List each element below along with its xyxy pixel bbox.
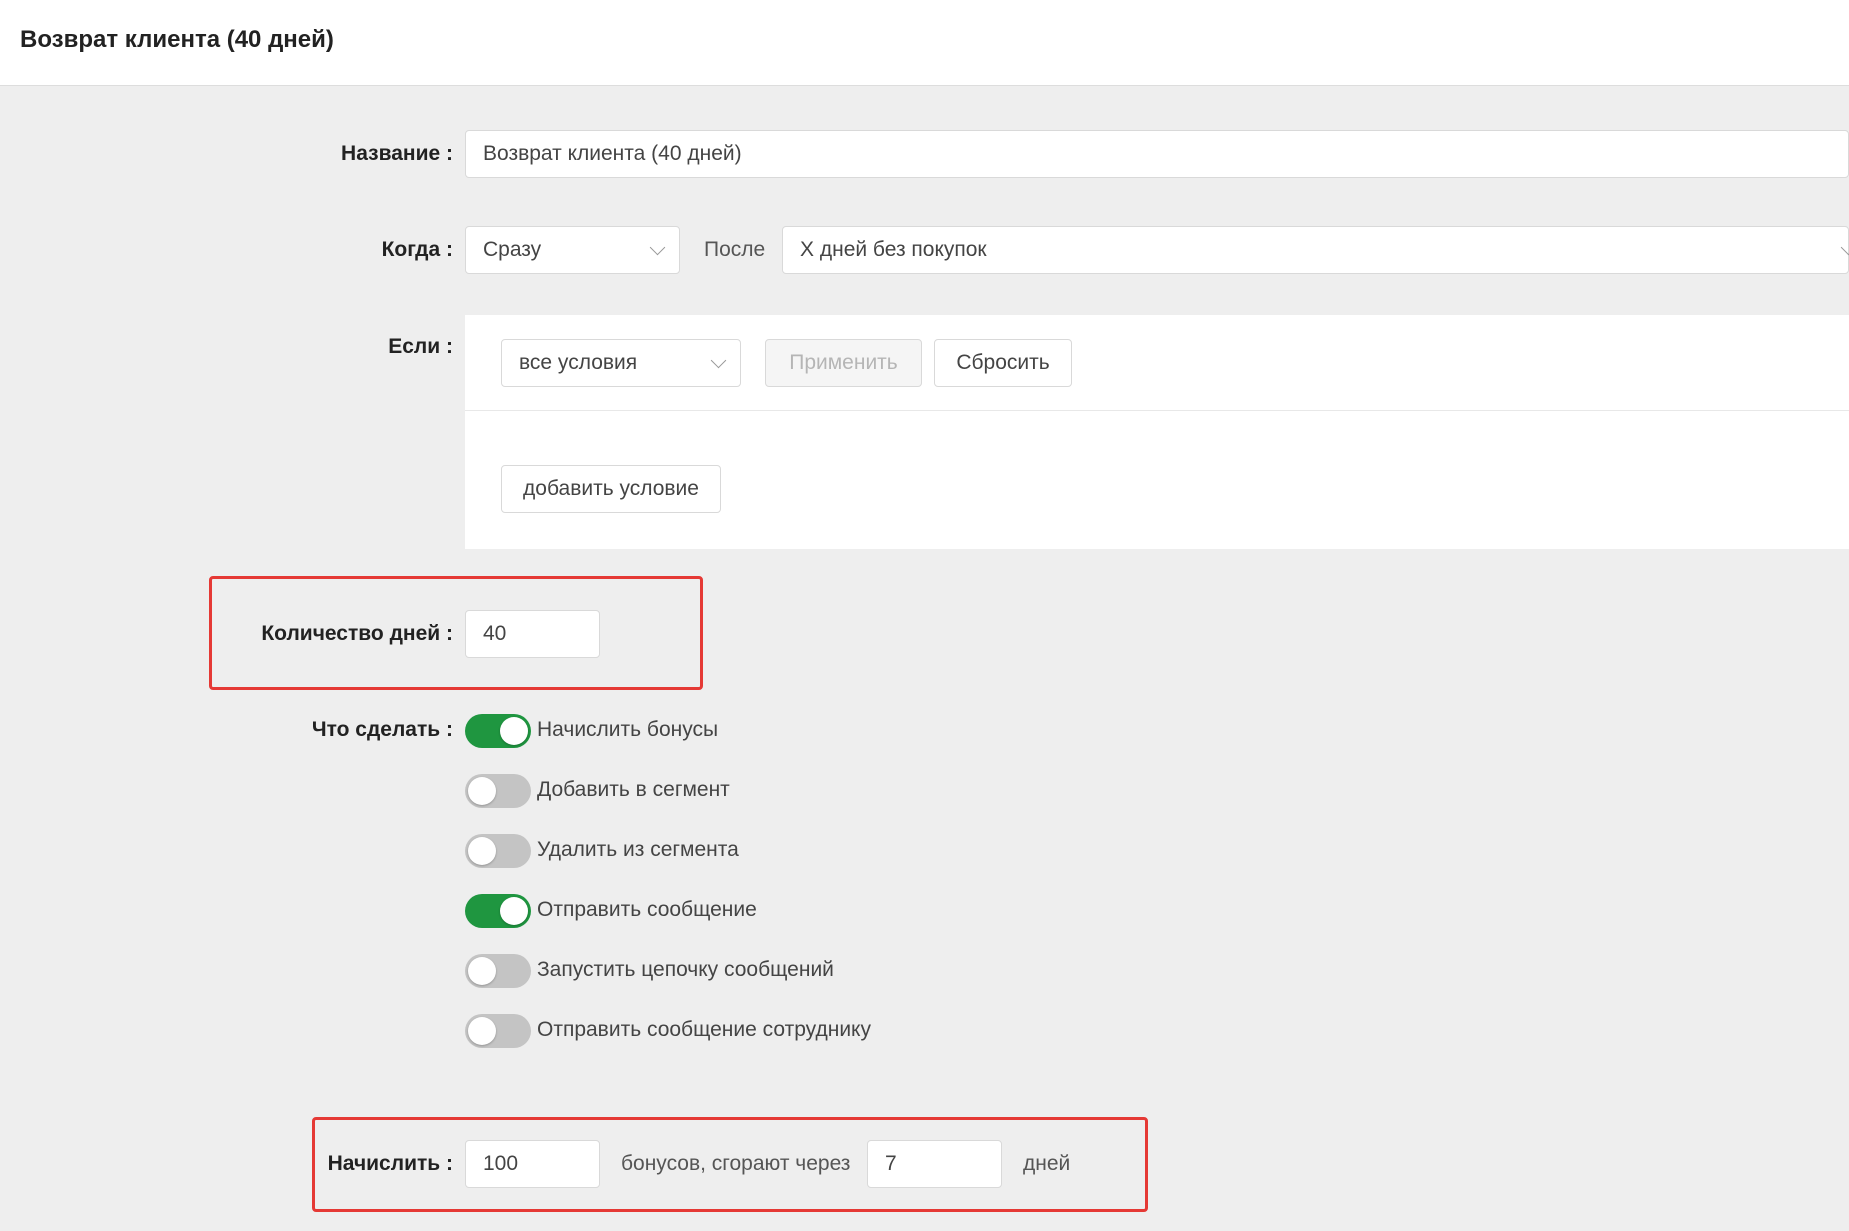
days-input-value: 40 bbox=[483, 622, 507, 645]
toggle-knob bbox=[500, 717, 528, 745]
actions-label: Что сделать : bbox=[311, 718, 453, 741]
add-condition-button[interactable]: добавить условие bbox=[501, 465, 721, 513]
name-input-value: Возврат клиента (40 дней) bbox=[483, 142, 742, 165]
toggle-label: Отправить сообщение bbox=[537, 898, 757, 921]
toggle-accrue-bonuses[interactable] bbox=[465, 714, 531, 748]
when-timing-value: Сразу bbox=[483, 238, 542, 261]
toggle-label: Запустить цепочку сообщений bbox=[537, 958, 834, 981]
name-input[interactable]: Возврат клиента (40 дней) bbox=[465, 130, 1849, 178]
panel-divider bbox=[465, 410, 1849, 411]
toggle-remove-from-segment[interactable] bbox=[465, 834, 531, 868]
toggle-add-to-segment[interactable] bbox=[465, 774, 531, 808]
when-event-select[interactable]: X дней без покупок bbox=[782, 226, 1849, 274]
days-label: Количество дней : bbox=[261, 622, 453, 645]
bonus-amount-value: 100 bbox=[483, 1152, 519, 1175]
expire-days-value: 7 bbox=[885, 1152, 897, 1175]
name-label: Название : bbox=[341, 142, 453, 165]
toggle-label: Начислить бонусы bbox=[537, 718, 719, 741]
page-header: Возврат клиента (40 дней) bbox=[0, 0, 1849, 86]
days-input[interactable]: 40 bbox=[465, 610, 600, 658]
conditions-mode-select[interactable]: все условия bbox=[501, 339, 741, 387]
toggle-start-message-chain[interactable] bbox=[465, 954, 531, 988]
toggle-knob bbox=[500, 897, 528, 925]
bonus-amount-input[interactable]: 100 bbox=[465, 1140, 600, 1188]
reset-button[interactable]: Сбросить bbox=[934, 339, 1072, 387]
toggle-label: Добавить в сегмент bbox=[537, 778, 730, 801]
conditions-mode-value: все условия bbox=[519, 351, 638, 374]
toggle-send-message[interactable] bbox=[465, 894, 531, 928]
if-label: Если : bbox=[388, 335, 453, 358]
toggle-knob bbox=[468, 777, 496, 805]
toggle-label: Удалить из сегмента bbox=[537, 838, 739, 861]
toggle-message-employee[interactable] bbox=[465, 1014, 531, 1048]
after-text: После bbox=[704, 238, 766, 261]
chevron-down-icon bbox=[710, 352, 727, 369]
toggle-knob bbox=[468, 837, 496, 865]
days-suffix-text: дней bbox=[1023, 1152, 1071, 1175]
when-event-value: X дней без покупок bbox=[800, 238, 987, 261]
toggle-label: Отправить сообщение сотруднику bbox=[537, 1018, 871, 1041]
chevron-down-icon bbox=[649, 239, 666, 256]
bonus-expire-text: бонусов, сгорают через bbox=[621, 1152, 851, 1175]
chevron-down-icon bbox=[1840, 239, 1849, 256]
when-label: Когда : bbox=[381, 238, 453, 261]
apply-button[interactable]: Применить bbox=[765, 339, 922, 387]
toggle-knob bbox=[468, 957, 496, 985]
when-timing-select[interactable]: Сразу bbox=[465, 226, 680, 274]
toggle-knob bbox=[468, 1017, 496, 1045]
expire-days-input[interactable]: 7 bbox=[867, 1140, 1002, 1188]
accrue-label: Начислить : bbox=[327, 1152, 453, 1175]
page-title: Возврат клиента (40 дней) bbox=[20, 26, 334, 53]
